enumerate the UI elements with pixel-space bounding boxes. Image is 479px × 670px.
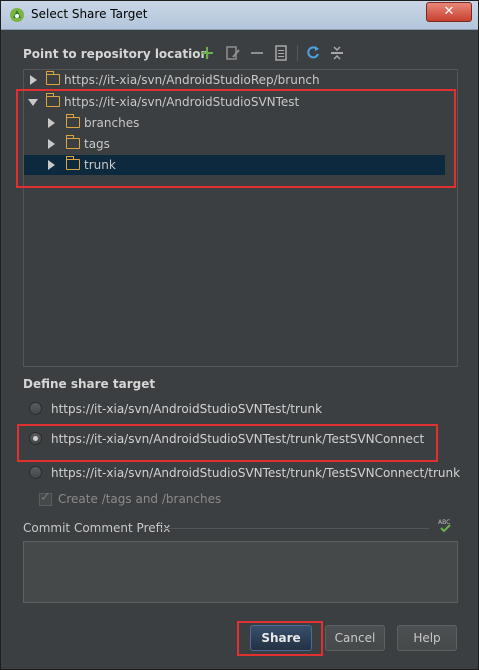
- cancel-button[interactable]: Cancel: [325, 625, 385, 651]
- expand-arrow-icon[interactable]: [48, 160, 55, 170]
- collapse-icon[interactable]: [329, 45, 345, 61]
- plus-icon[interactable]: [199, 45, 215, 61]
- folder-icon: [46, 71, 60, 85]
- expand-arrow-icon[interactable]: [48, 118, 55, 128]
- expand-arrow-icon[interactable]: [48, 139, 55, 149]
- repository-location-header: Point to repository location: [23, 47, 210, 61]
- svg-text:ABC: ABC: [438, 519, 450, 526]
- tree-item-label: tags: [84, 137, 110, 151]
- collapse-arrow-icon[interactable]: [28, 99, 38, 106]
- window-title: Select Share Target: [31, 7, 148, 21]
- toolbar-separator: [297, 45, 298, 61]
- commit-comment-textarea[interactable]: [23, 541, 458, 603]
- folder-icon: [46, 93, 60, 107]
- separator: [159, 528, 429, 529]
- radio-label: https://it-xia/svn/AndroidStudioSVNTest/…: [51, 432, 425, 446]
- select-share-target-dialog: Select Share Target ✕ Point to repositor…: [0, 0, 479, 670]
- radio-button-checked[interactable]: [29, 432, 42, 445]
- share-button[interactable]: Share: [250, 625, 312, 651]
- help-button[interactable]: Help: [397, 625, 457, 651]
- tree-item-label: branches: [84, 116, 140, 130]
- repository-tree[interactable]: https://it-xia/svn/AndroidStudioRep/brun…: [23, 69, 458, 367]
- tree-item-androidstudiorep[interactable]: https://it-xia/svn/AndroidStudioRep/brun…: [24, 70, 457, 90]
- share-option-testsvnconnect[interactable]: https://it-xia/svn/AndroidStudioSVNTest/…: [29, 429, 449, 449]
- create-tags-checkbox[interactable]: [39, 490, 52, 506]
- tree-item-androidstudiosvntest[interactable]: https://it-xia/svn/AndroidStudioSVNTest: [24, 92, 457, 112]
- share-target-header: Define share target: [23, 377, 156, 391]
- title-bar: Select Share Target ✕: [1, 1, 478, 30]
- folder-icon: [66, 114, 80, 128]
- tree-item-tags[interactable]: tags: [24, 134, 457, 154]
- folder-icon: [66, 156, 80, 170]
- tree-item-label: trunk: [84, 158, 116, 172]
- share-option-testsvnconnect-trunk[interactable]: https://it-xia/svn/AndroidStudioSVNTest/…: [29, 463, 469, 483]
- share-option-trunk[interactable]: https://it-xia/svn/AndroidStudioSVNTest/…: [29, 399, 449, 419]
- close-button[interactable]: ✕: [426, 2, 472, 22]
- radio-button[interactable]: [29, 402, 42, 415]
- spellcheck-icon[interactable]: ABC: [437, 517, 453, 533]
- tree-item-trunk[interactable]: trunk: [24, 155, 445, 175]
- folder-icon: [66, 135, 80, 149]
- tree-item-label: https://it-xia/svn/AndroidStudioSVNTest: [64, 95, 300, 109]
- expand-arrow-icon[interactable]: [30, 75, 37, 85]
- tree-item-label: https://it-xia/svn/AndroidStudioRep/brun…: [64, 73, 320, 87]
- refresh-icon[interactable]: [305, 45, 321, 61]
- tree-item-branches[interactable]: branches: [24, 113, 457, 133]
- minus-icon[interactable]: [249, 45, 265, 61]
- radio-label: https://it-xia/svn/AndroidStudioSVNTest/…: [51, 402, 323, 416]
- commit-comment-label: Commit Comment Prefix: [23, 521, 171, 535]
- document-icon[interactable]: [273, 45, 289, 61]
- android-studio-icon: [10, 8, 24, 22]
- radio-button[interactable]: [29, 466, 42, 479]
- edit-icon[interactable]: [225, 45, 241, 61]
- radio-label: https://it-xia/svn/AndroidStudioSVNTest/…: [51, 466, 461, 480]
- create-tags-label: Create /tags and /branches: [58, 492, 222, 506]
